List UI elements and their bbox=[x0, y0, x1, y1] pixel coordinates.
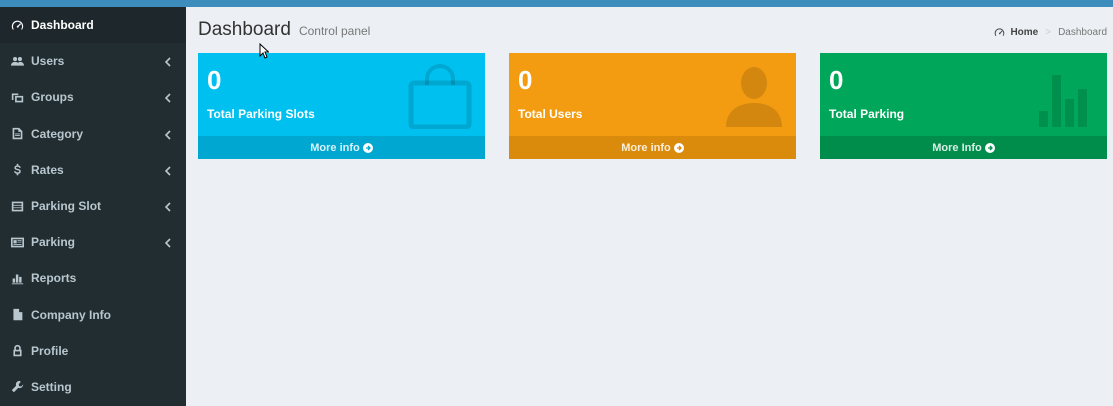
breadcrumb-current: Dashboard bbox=[1058, 27, 1107, 38]
more-info-label: More info bbox=[310, 141, 360, 154]
list-icon bbox=[11, 200, 31, 213]
chevron-left-icon bbox=[164, 56, 172, 67]
id-card-icon bbox=[11, 236, 31, 249]
stat-box-users: 0 Total Users More info bbox=[509, 53, 796, 159]
chevron-left-icon bbox=[164, 237, 172, 248]
mouse-cursor-icon bbox=[259, 43, 269, 59]
sidebar-item-users[interactable]: Users bbox=[0, 43, 186, 79]
users-icon bbox=[11, 55, 31, 68]
sidebar-item-rates[interactable]: Rates bbox=[0, 152, 186, 188]
sidebar-item-label: Parking Slot bbox=[31, 199, 102, 214]
more-info-link[interactable]: More Info bbox=[820, 136, 1107, 159]
breadcrumb-home-label: Home bbox=[1010, 27, 1039, 38]
page-subtitle: Control panel bbox=[298, 24, 371, 38]
chevron-left-icon bbox=[164, 165, 172, 176]
sidebar-item-label: Category bbox=[31, 126, 84, 141]
stat-box-body: 0 Total Parking Slots bbox=[198, 53, 485, 136]
sidebar-item-label: Profile bbox=[31, 343, 69, 358]
sidebar-item-reports[interactable]: Reports bbox=[0, 260, 186, 296]
more-info-link[interactable]: More info bbox=[509, 136, 796, 159]
sidebar-item-label: Setting bbox=[31, 379, 72, 394]
sidebar-item-label: Groups bbox=[31, 90, 74, 105]
sidebar-item-label: Rates bbox=[31, 162, 64, 177]
content-header: Dashboard Control panel bbox=[198, 19, 370, 41]
bar-chart-icon bbox=[11, 272, 31, 285]
stat-box-parking-slots: 0 Total Parking Slots More info bbox=[198, 53, 485, 159]
chevron-left-icon bbox=[164, 201, 172, 212]
shopping-bag-icon bbox=[408, 64, 472, 129]
chevron-left-icon bbox=[164, 92, 172, 104]
arrow-circle-right-icon bbox=[984, 142, 995, 153]
more-info-link[interactable]: More info bbox=[198, 136, 485, 159]
sidebar-item-parking[interactable]: Parking bbox=[0, 224, 186, 260]
sidebar-item-company-info[interactable]: Company Info bbox=[0, 297, 186, 333]
more-info-label: More Info bbox=[932, 141, 982, 154]
sidebar-item-parking-slot[interactable]: Parking Slot bbox=[0, 188, 186, 224]
sidebar-item-label: Company Info bbox=[31, 307, 111, 322]
bar-chart-icon bbox=[1039, 75, 1087, 127]
sidebar-item-label: Users bbox=[31, 54, 65, 69]
page-title: Dashboard bbox=[198, 19, 291, 40]
sidebar-item-dashboard[interactable]: Dashboard bbox=[0, 7, 186, 44]
person-icon bbox=[726, 67, 782, 127]
dollar-icon bbox=[11, 163, 31, 176]
sidebar-item-label: Reports bbox=[31, 271, 77, 286]
breadcrumb-separator: > bbox=[1045, 27, 1052, 38]
more-info-label: More info bbox=[621, 141, 671, 154]
sidebar-item-label: Dashboard bbox=[31, 18, 94, 33]
stat-box-body: 0 Total Parking bbox=[820, 53, 1107, 136]
sidebar: Dashboard Users Groups Category Rates Pa bbox=[0, 7, 186, 406]
main-content: Dashboard Control panel Home > Dashboard… bbox=[186, 7, 1113, 406]
breadcrumb-home[interactable]: Home bbox=[994, 27, 1038, 38]
arrow-circle-right-icon bbox=[673, 142, 684, 153]
lock-icon bbox=[11, 344, 31, 357]
stat-box-parking: 0 Total Parking More Info bbox=[820, 53, 1107, 159]
dashboard-icon bbox=[11, 19, 31, 32]
sidebar-item-category[interactable]: Category bbox=[0, 116, 186, 152]
category-icon bbox=[11, 127, 31, 140]
sidebar-item-groups[interactable]: Groups bbox=[0, 79, 186, 115]
top-navbar bbox=[0, 0, 1113, 7]
sidebar-item-label: Parking bbox=[31, 235, 76, 250]
arrow-circle-right-icon bbox=[362, 142, 373, 153]
chevron-left-icon bbox=[164, 129, 172, 140]
sidebar-item-profile[interactable]: Profile bbox=[0, 333, 186, 369]
breadcrumb: Home > Dashboard bbox=[994, 27, 1107, 38]
dashboard-icon bbox=[995, 28, 1005, 37]
sidebar-item-setting[interactable]: Setting bbox=[0, 369, 186, 405]
groups-icon bbox=[11, 91, 31, 104]
wrench-icon bbox=[11, 380, 31, 393]
file-icon bbox=[11, 308, 31, 321]
stat-box-body: 0 Total Users bbox=[509, 53, 796, 136]
